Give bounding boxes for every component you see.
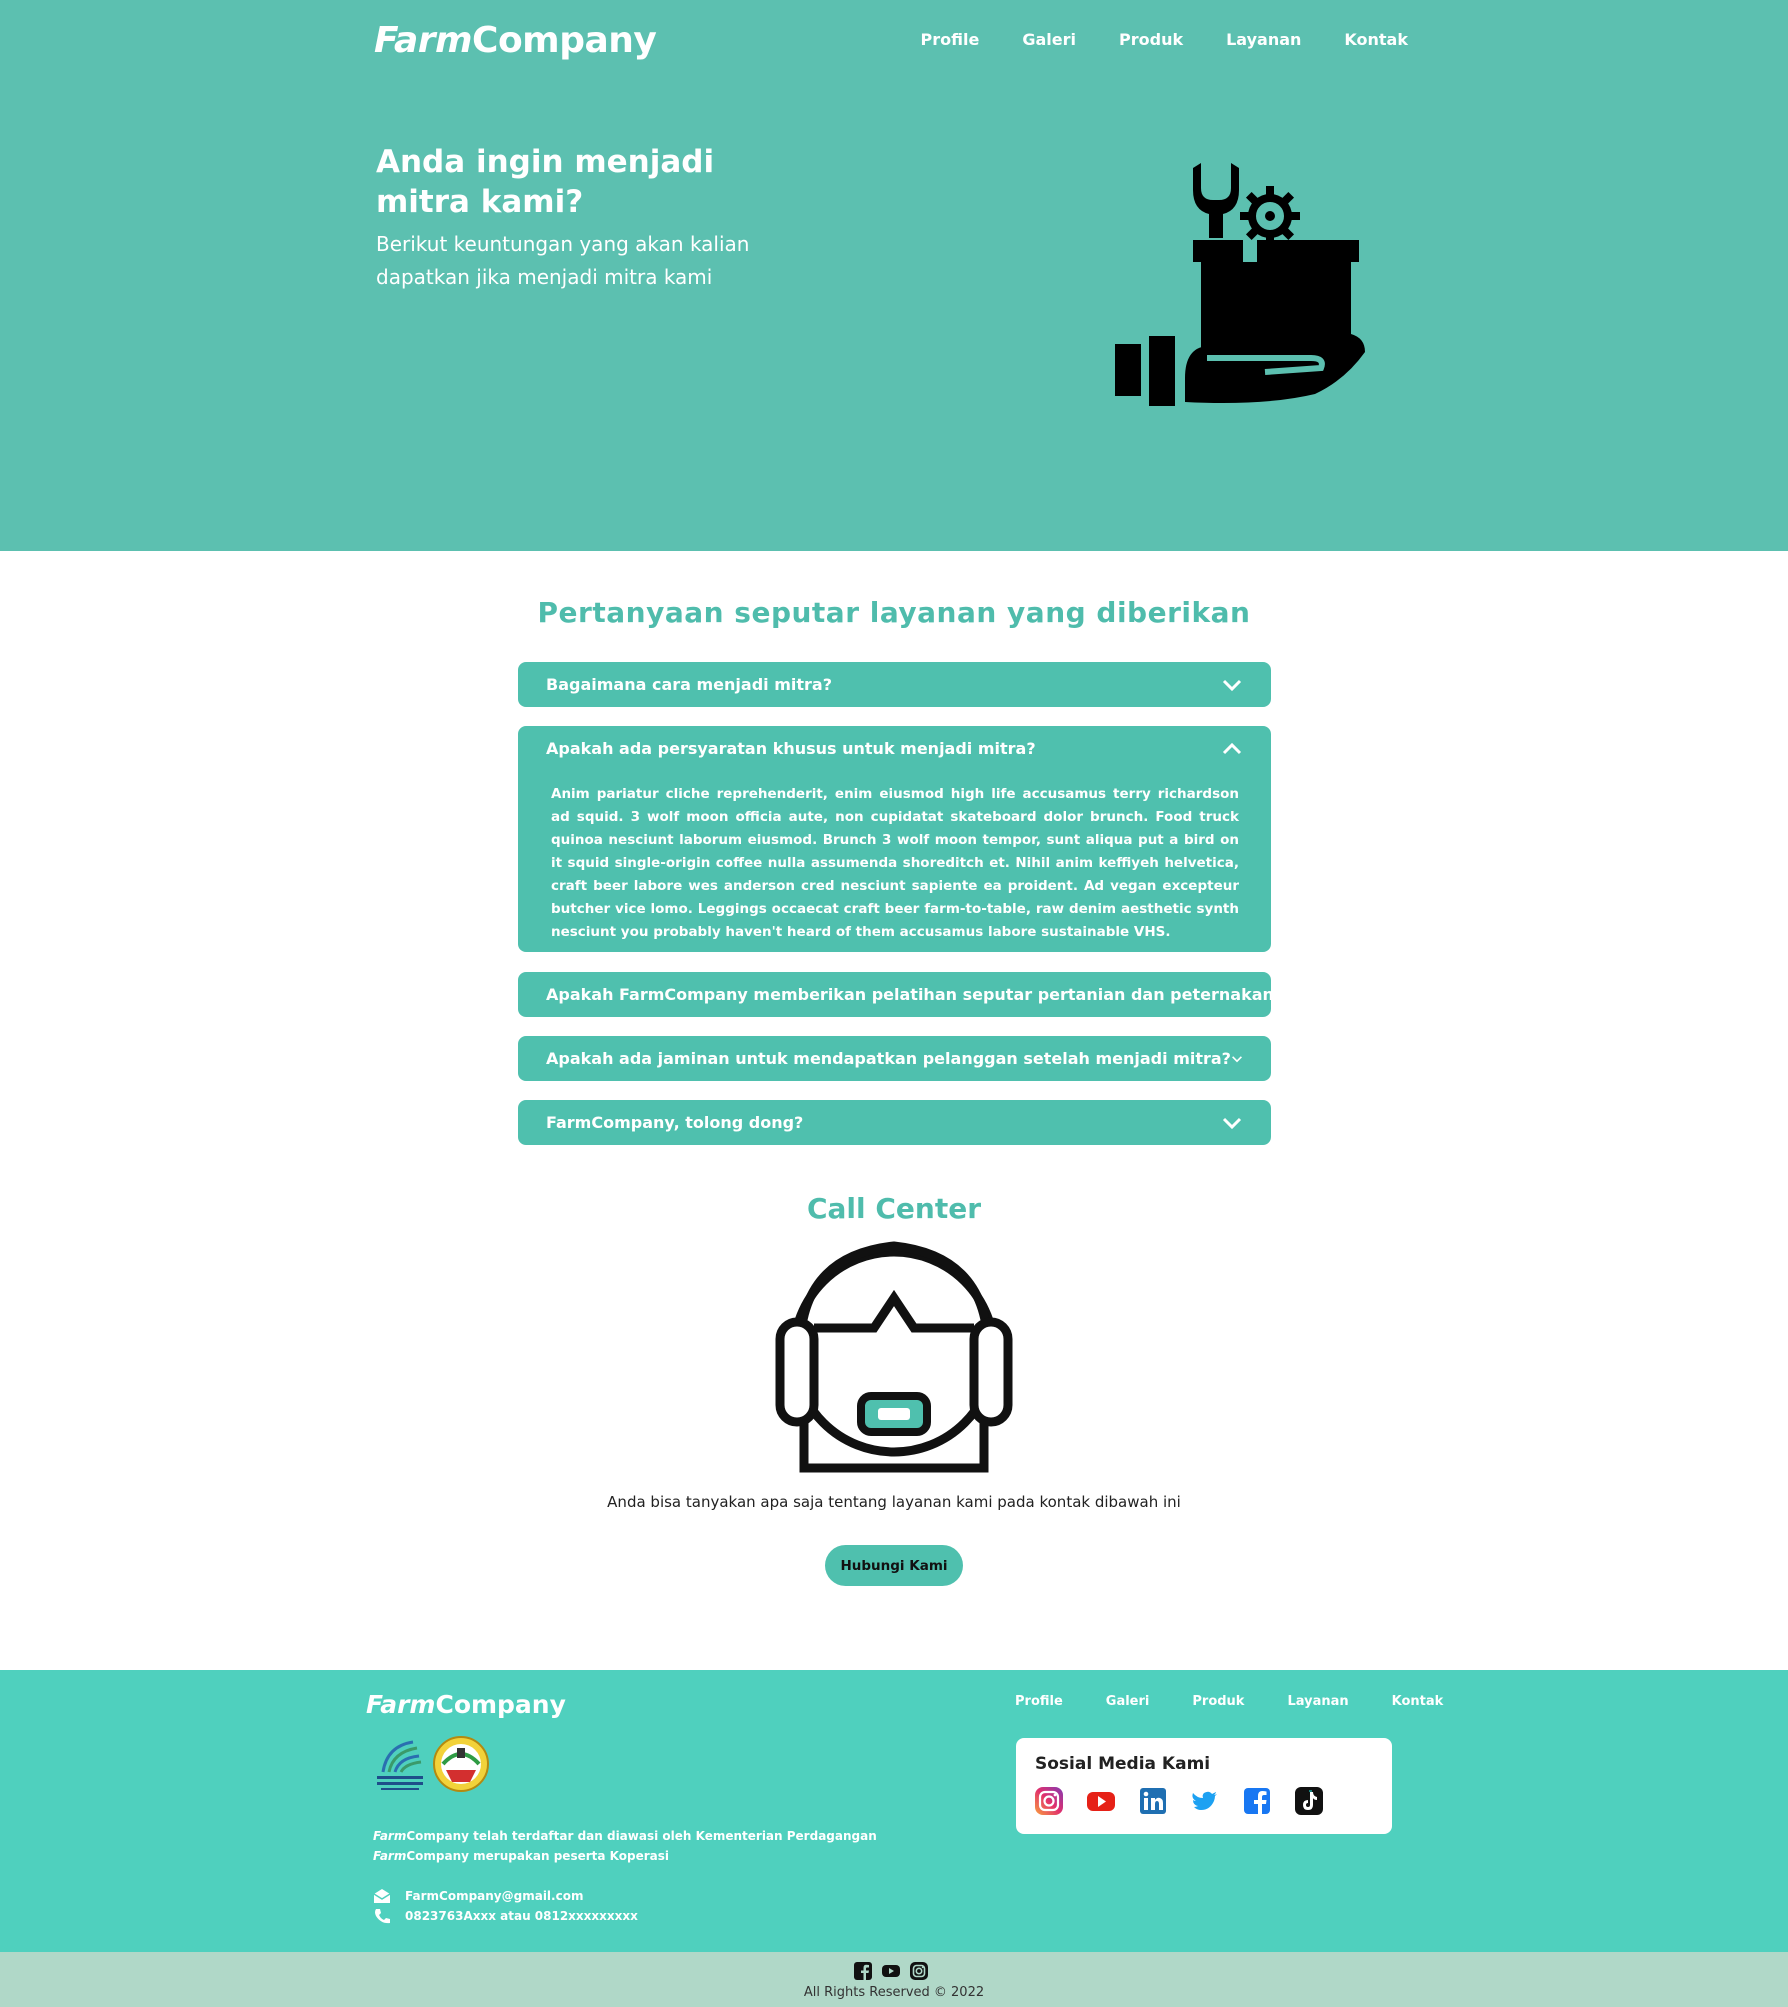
footer-logo[interactable]: FarmCompany: [366, 1690, 566, 1719]
hero-title: Anda ingin menjadi mitra kami?: [376, 144, 715, 220]
youtube-icon[interactable]: [881, 1961, 901, 1981]
phone-icon: [375, 1909, 390, 1924]
email-text[interactable]: FarmCompany@gmail.com: [405, 1889, 583, 1903]
faq-answer: Anim pariatur cliche reprehenderit, enim…: [551, 786, 1239, 940]
footer-nav-galeri[interactable]: Galeri: [1106, 1694, 1150, 1709]
faq-question-text: Apakah FarmCompany memberikan pelatihan …: [546, 985, 1284, 1004]
registered-line: FarmCompany telah terdaftar dan diawasi …: [373, 1826, 877, 1846]
chevron-up-icon: [1222, 742, 1242, 754]
faq-question-text: Bagaimana cara menjadi mitra?: [546, 675, 832, 694]
faq-question[interactable]: Bagaimana cara menjadi mitra?: [518, 662, 1271, 707]
tiktok-icon[interactable]: [1294, 1786, 1324, 1816]
footer-nav: Profile Galeri Produk Layanan Kontak: [1015, 1694, 1443, 1709]
logo-italic-text: Farm: [366, 1690, 436, 1719]
faq-question[interactable]: FarmCompany, tolong dong?: [518, 1100, 1271, 1145]
hero-subtitle: Berikut keuntungan yang akan kalian dapa…: [376, 232, 750, 289]
footer-nav-kontak[interactable]: Kontak: [1392, 1694, 1444, 1709]
chevron-down-icon: [1222, 679, 1242, 691]
site-logo[interactable]: FarmCompany: [374, 20, 657, 61]
phone-row: 0823763Axxx atau 0812xxxxxxxxx: [373, 1906, 638, 1926]
hand-holding-box-tools-icon: [1115, 163, 1365, 406]
copyright-text: All Rights Reserved © 2022: [803, 1985, 985, 2000]
facebook-icon[interactable]: [853, 1961, 873, 1981]
koperasi-logo: [433, 1736, 489, 1792]
linkedin-icon[interactable]: [1138, 1786, 1168, 1816]
nav-kontak[interactable]: Kontak: [1344, 30, 1408, 49]
call-center-title: Call Center: [806, 1192, 982, 1225]
kementerian-perdagangan-logo: [377, 1740, 423, 1790]
footer-nav-layanan[interactable]: Layanan: [1287, 1694, 1348, 1709]
twitter-icon[interactable]: [1190, 1786, 1220, 1816]
main-nav: Profile Galeri Produk Layanan Kontak: [921, 30, 1408, 49]
footer-nav-profile[interactable]: Profile: [1015, 1694, 1063, 1709]
faq-question[interactable]: Apakah ada jaminan untuk mendapatkan pel…: [518, 1036, 1271, 1081]
social-media-card: Sosial Media Kami: [1016, 1738, 1392, 1834]
nav-galeri[interactable]: Galeri: [1022, 30, 1076, 49]
footer-nav-produk[interactable]: Produk: [1192, 1694, 1244, 1709]
faq-question[interactable]: Apakah ada persyaratan khusus untuk menj…: [518, 726, 1271, 771]
social-media-title: Sosial Media Kami: [1035, 1754, 1211, 1774]
logo-italic-text: Farm: [374, 20, 473, 61]
member-line: FarmCompany merupakan peserta Koperasi: [373, 1846, 877, 1866]
nav-profile[interactable]: Profile: [921, 30, 980, 49]
youtube-icon[interactable]: [1086, 1786, 1116, 1816]
nav-produk[interactable]: Produk: [1119, 30, 1183, 49]
bottom-social-icons: [853, 1961, 929, 1981]
email-row: FarmCompany@gmail.com: [373, 1886, 638, 1906]
faq-item-1[interactable]: Bagaimana cara menjadi mitra?: [518, 662, 1271, 707]
faq-item-2-expanded[interactable]: Apakah ada persyaratan khusus untuk menj…: [518, 726, 1271, 952]
brand-italic-text: Farm: [373, 1829, 407, 1843]
headset-support-icon: [775, 1241, 1013, 1473]
footer-registration-info: FarmCompany telah terdaftar dan diawasi …: [373, 1826, 877, 1866]
footer-contact: FarmCompany@gmail.com 0823763Axxx atau 0…: [373, 1886, 638, 1926]
faq-title: Pertanyaan seputar layanan yang diberika…: [537, 596, 1251, 629]
faq-question[interactable]: Apakah FarmCompany memberikan pelatihan …: [518, 972, 1283, 1017]
envelope-icon: [373, 1889, 391, 1903]
faq-item-4[interactable]: Apakah ada jaminan untuk mendapatkan pel…: [518, 1036, 1271, 1081]
bottom-bar: All Rights Reserved © 2022: [0, 1952, 1788, 2007]
footer: FarmCompany FarmCompany telah terdaftar …: [0, 1670, 1788, 1952]
brand-italic-text: Farm: [373, 1849, 407, 1863]
faq-question-text: FarmCompany, tolong dong?: [546, 1113, 804, 1132]
member-text: Company merupakan peserta Koperasi: [406, 1849, 669, 1863]
faq-item-3[interactable]: Apakah FarmCompany memberikan pelatihan …: [518, 972, 1283, 1017]
social-icons: [1034, 1786, 1324, 1816]
logo-text: Company: [472, 20, 657, 61]
logo-text: Company: [435, 1690, 566, 1719]
phone-text[interactable]: 0823763Axxx atau 0812xxxxxxxxx: [405, 1909, 638, 1923]
chevron-down-icon: [1222, 1117, 1242, 1129]
instagram-icon[interactable]: [1034, 1786, 1064, 1816]
instagram-icon[interactable]: [909, 1961, 929, 1981]
registered-text: Company telah terdaftar dan diawasi oleh…: [406, 1829, 877, 1843]
hero-section: FarmCompany Profile Galeri Produk Layana…: [0, 0, 1788, 551]
chevron-down-icon: [1232, 1055, 1242, 1062]
faq-question-text: Apakah ada persyaratan khusus untuk menj…: [546, 739, 1036, 758]
hubungi-kami-button[interactable]: Hubungi Kami: [825, 1545, 963, 1586]
call-center-text: Anda bisa tanyakan apa saja tentang laya…: [607, 1493, 1181, 1511]
faq-question-text: Apakah ada jaminan untuk mendapatkan pel…: [546, 1049, 1231, 1068]
nav-layanan[interactable]: Layanan: [1226, 30, 1301, 49]
faq-item-5[interactable]: FarmCompany, tolong dong?: [518, 1100, 1271, 1145]
facebook-icon[interactable]: [1242, 1786, 1272, 1816]
